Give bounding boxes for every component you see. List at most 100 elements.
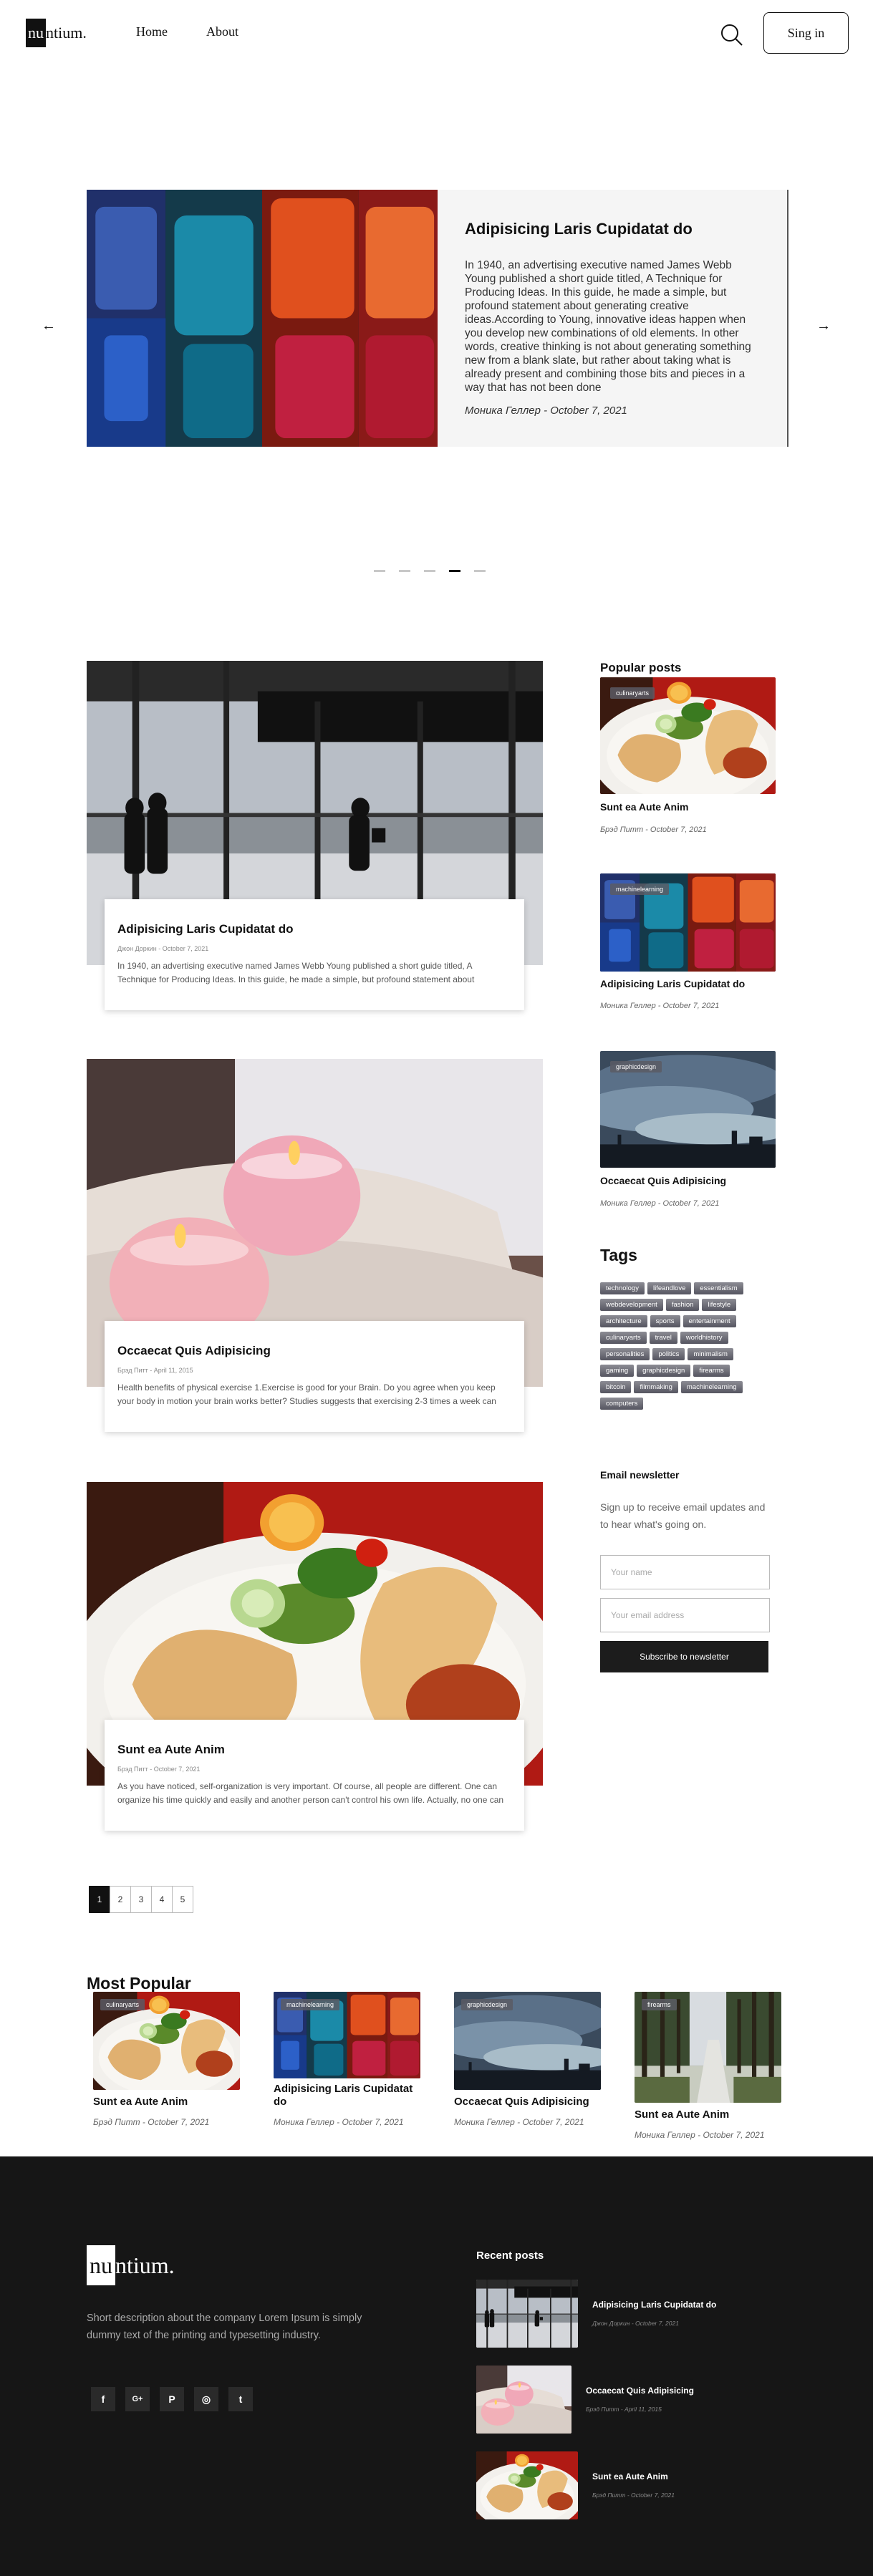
hero-card: Adipisicing Laris Cupidatat do In 1940, … [438,190,788,447]
tag-link[interactable]: personalities [600,1348,650,1360]
page-link-4[interactable]: 4 [151,1886,173,1913]
tag-link[interactable]: fashion [665,1299,700,1311]
category-badge[interactable]: machinelearning [610,883,670,895]
popular-post-image[interactable]: culinaryarts [600,677,776,794]
recent-post-title[interactable]: Adipisicing Laris Cupidatat do [592,2300,716,2310]
newsletter-name-input[interactable]: Your name [600,1555,770,1589]
slider-next-arrow-icon[interactable]: → [816,318,831,334]
most-popular-title[interactable]: Occaecat Quis Adipisicing [454,2096,601,2108]
popular-post-title[interactable]: Sunt ea Aute Anim [600,801,688,813]
post-title[interactable]: Sunt ea Aute Anim [117,1743,511,1757]
hero-image[interactable] [87,190,438,447]
tag-link[interactable]: architecture [600,1315,647,1327]
slider-dot[interactable] [374,570,385,572]
logo-text: ntium. [46,24,87,42]
tag-link[interactable]: sports [650,1315,680,1327]
category-badge[interactable]: graphicdesign [461,1999,513,2010]
post-title[interactable]: Occaecat Quis Adipisicing [117,1344,511,1358]
popular-post-image[interactable]: machinelearning [600,873,776,972]
post-card: Adipisicing Laris Cupidatat do Джон Дорк… [105,899,524,1010]
post-title[interactable]: Adipisicing Laris Cupidatat do [117,922,511,936]
recent-post-image[interactable] [476,2366,571,2434]
tag-link[interactable]: essentialism [694,1282,743,1294]
tag-link[interactable]: filmmaking [634,1381,678,1393]
post-card: Sunt ea Aute Anim Брэд Питт - October 7,… [105,1720,524,1831]
tag-link[interactable]: computers [600,1398,644,1410]
category-badge[interactable]: firearms [642,1999,677,2010]
pagination: 1 2 3 4 5 [89,1886,193,1913]
sign-in-button[interactable]: Sing in [763,12,849,54]
slider-dot[interactable] [399,570,410,572]
post-meta: Джон Доркин - October 7, 2021 [117,945,209,952]
category-badge[interactable]: graphicdesign [610,1061,662,1072]
most-popular-title[interactable]: Sunt ea Aute Anim [635,2108,781,2121]
most-popular-image[interactable]: culinaryarts [93,1992,240,2090]
most-popular-image[interactable]: graphicdesign [454,1992,601,2090]
tag-link[interactable]: lifestyle [702,1299,737,1311]
recent-post-image[interactable] [476,2280,578,2348]
recent-post-title[interactable]: Occaecat Quis Adipisicing [586,2386,694,2396]
most-popular-heading: Most Popular [87,1974,191,1992]
instagram-icon[interactable]: ◎ [194,2387,218,2411]
post-excerpt: In 1940, an advertising executive named … [117,961,475,984]
logo-mark: nu [26,19,46,47]
most-popular-meta: Моника Геллер - October 7, 2021 [454,2117,584,2127]
tag-link[interactable]: politics [652,1348,685,1360]
slider-prev-arrow-icon[interactable]: ← [42,318,56,334]
nav-about[interactable]: About [206,24,238,39]
popular-post-title[interactable]: Adipisicing Laris Cupidatat do [600,978,745,989]
footer-logo[interactable]: nu ntium. [87,2245,175,2285]
tag-link[interactable]: webdevelopment [600,1299,663,1311]
page-link-3[interactable]: 3 [130,1886,152,1913]
tag-link[interactable]: worldhistory [680,1332,728,1344]
most-popular-meta: Брэд Питт - October 7, 2021 [93,2117,210,2127]
facebook-icon[interactable]: f [91,2387,115,2411]
nav-home[interactable]: Home [136,24,168,39]
most-popular-title[interactable]: Adipisicing Laris Cupidatat do [274,2083,420,2108]
tag-link[interactable]: lifeandlove [647,1282,692,1294]
tag-link[interactable]: minimalism [688,1348,733,1360]
twitter-icon[interactable]: t [228,2387,253,2411]
slider-dot-active[interactable] [449,570,460,572]
google-plus-icon[interactable]: G+ [125,2387,150,2411]
tag-link[interactable]: firearms [693,1365,730,1377]
tag-link[interactable]: technology [600,1282,645,1294]
footer-logo-mark: nu [87,2245,115,2285]
category-badge[interactable]: culinaryarts [610,687,655,699]
tag-link[interactable]: culinaryarts [600,1332,647,1344]
most-popular-image[interactable]: firearms [635,1992,781,2103]
slider-dot[interactable] [424,570,435,572]
newsletter-email-input[interactable]: Your email address [600,1598,770,1632]
tag-link[interactable]: entertainment [683,1315,736,1327]
tag-link[interactable]: bitcoin [600,1381,632,1393]
tag-link[interactable]: gaming [600,1365,635,1377]
hero-text: In 1940, an advertising executive named … [465,259,751,394]
subscribe-button[interactable]: Subscribe to newsletter [600,1641,768,1672]
slider-dot[interactable] [474,570,486,572]
search-icon[interactable] [720,23,744,47]
tag-link[interactable]: graphicdesign [637,1365,691,1377]
tags-heading: Tags [600,1246,637,1264]
pinterest-icon[interactable]: P [160,2387,184,2411]
recent-post-image[interactable] [476,2451,578,2519]
recent-post-meta: Брэд Питт - April 11, 2015 [586,2406,662,2413]
tag-link[interactable]: travel [649,1332,677,1344]
logo[interactable]: nu ntium. [26,19,87,47]
most-popular-title[interactable]: Sunt ea Aute Anim [93,2096,240,2108]
tag-link[interactable]: machinelearning [680,1381,743,1393]
category-badge[interactable]: culinaryarts [100,1999,145,2010]
recent-posts-heading: Recent posts [476,2250,544,2262]
newsletter-text: Sign up to receive email updates and to … [600,1501,766,1530]
popular-post-image[interactable]: graphicdesign [600,1051,776,1168]
page-link-5[interactable]: 5 [172,1886,193,1913]
most-popular-image[interactable]: machinelearning [274,1992,420,2078]
recent-post-title[interactable]: Sunt ea Aute Anim [592,2471,668,2481]
footer: nu ntium. Short description about the co… [0,2156,873,2576]
page-link-2[interactable]: 2 [110,1886,131,1913]
page-link-1[interactable]: 1 [89,1886,110,1913]
popular-post-meta: Моника Геллер - October 7, 2021 [600,1002,720,1010]
popular-post-title[interactable]: Occaecat Quis Adipisicing [600,1175,726,1186]
popular-posts-heading: Popular posts [600,661,682,674]
hero-title[interactable]: Adipisicing Laris Cupidatat do [465,220,773,238]
category-badge[interactable]: machinelearning [281,1999,340,2010]
